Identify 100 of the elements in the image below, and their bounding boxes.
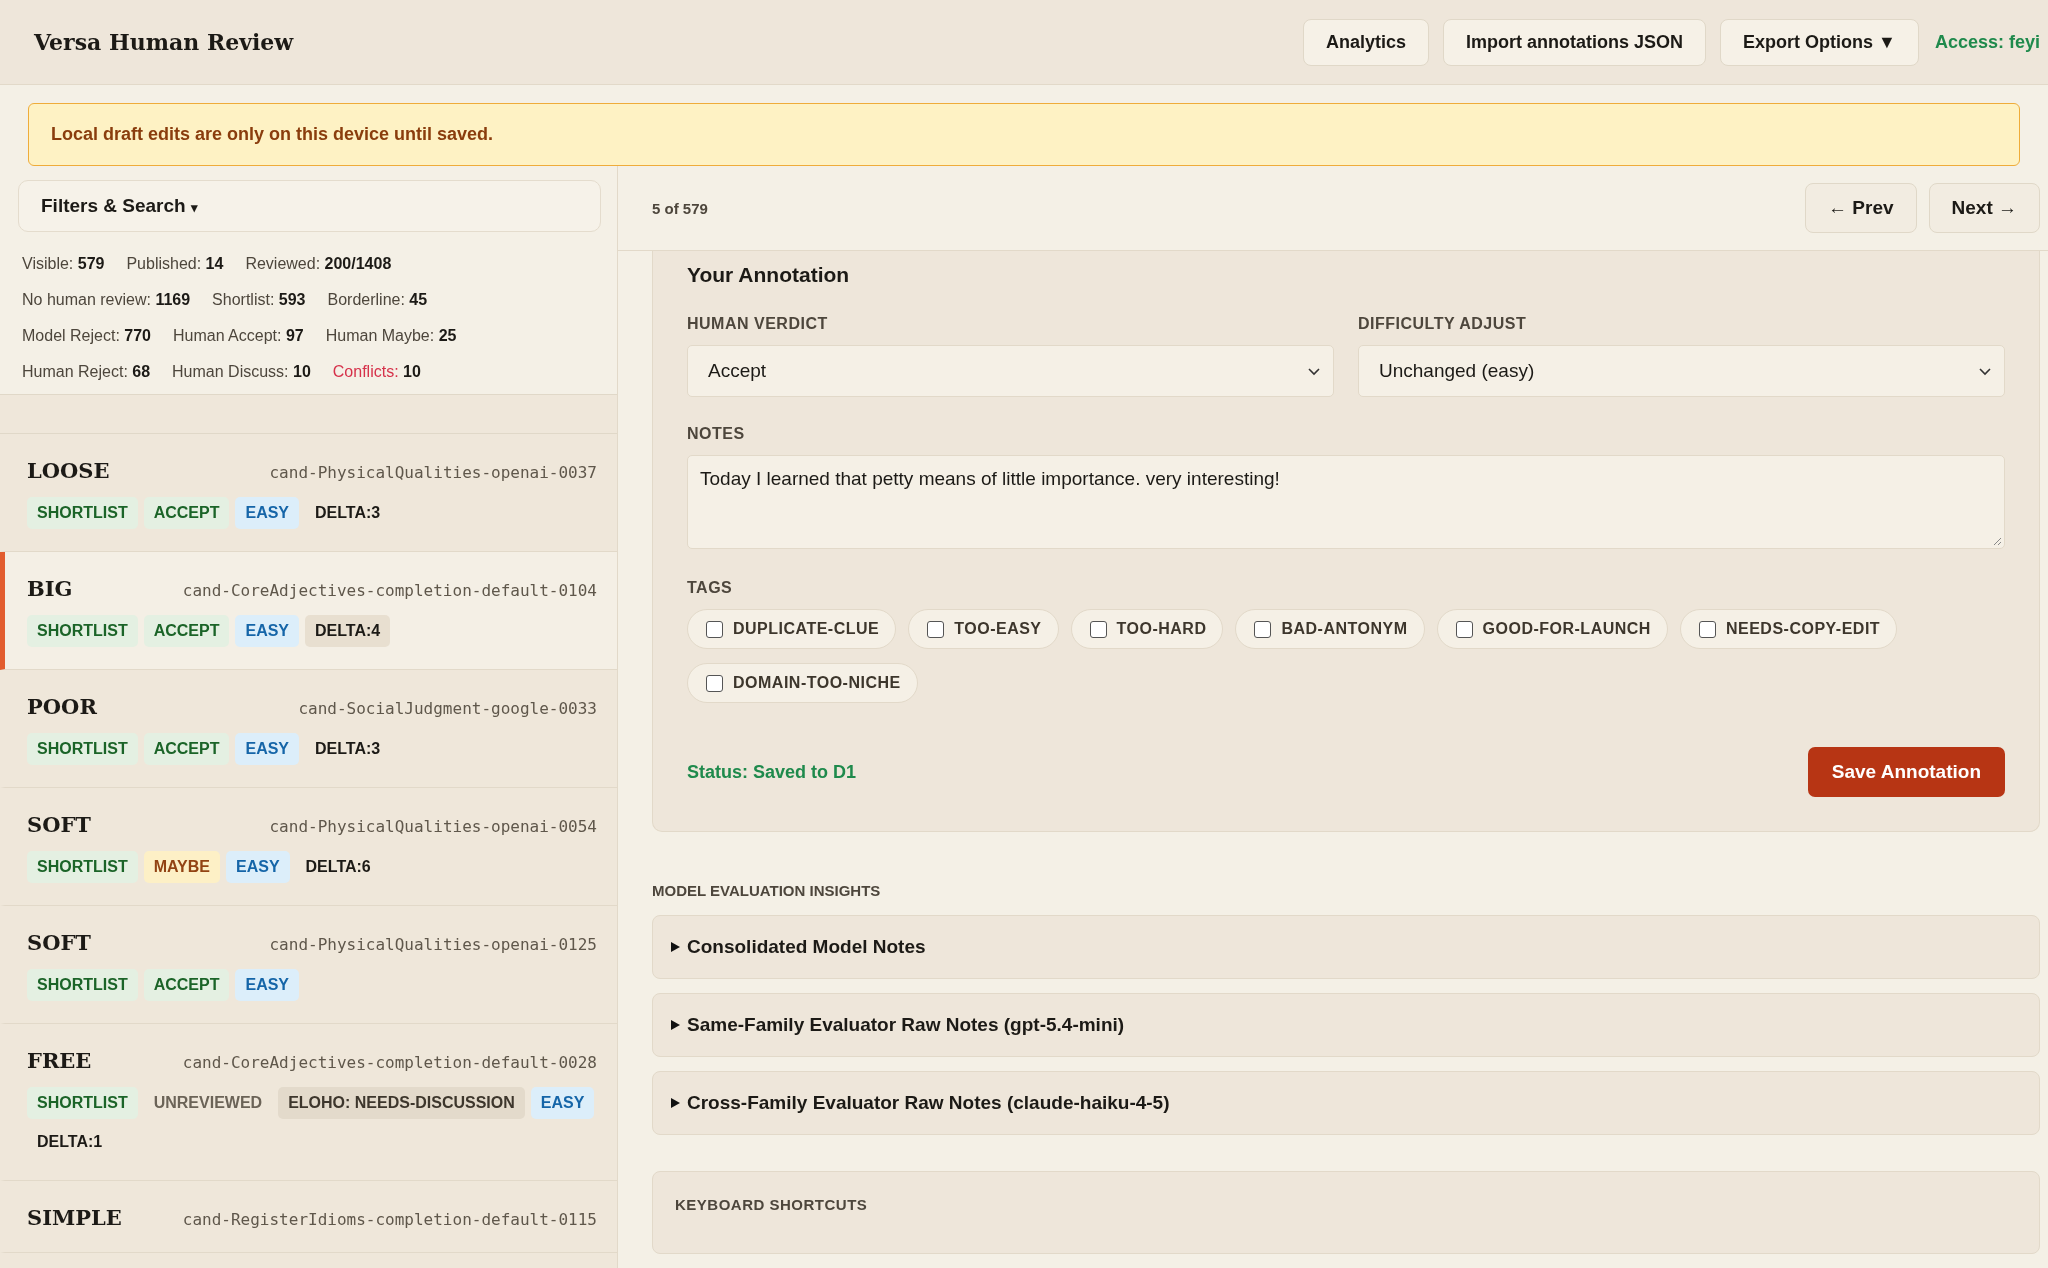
candidate-word: FREE [27, 1048, 92, 1073]
status-tag: SHORTLIST [27, 1087, 138, 1119]
candidate-item[interactable]: LOOSE cand-PhysicalQualities-openai-0037 SHORTLIST ACCEPT EASY DELTA:3 [0, 434, 617, 552]
access-label: Access: feyi [1934, 31, 2040, 53]
status-tag: ELOHO: NEEDS-DISCUSSION [278, 1087, 525, 1119]
header-button[interactable]: Analytics [1303, 18, 1430, 66]
checkbox[interactable] [1089, 620, 1107, 638]
stat-text: Published: 14 [126, 255, 224, 273]
status-tag: DELTA:3 [305, 733, 391, 765]
field-label: TAGS [687, 579, 734, 597]
field-label: DIFFICULTY ADJUST [1358, 315, 1528, 333]
difficulty-select[interactable]: Unchanged (easy) [1358, 345, 2005, 397]
save-button[interactable]: Save Annotation [1807, 747, 2005, 797]
chevron-icon [1978, 366, 1992, 376]
candidate-word: BIG [27, 576, 73, 601]
candidate-id: cand-PhysicalQualities-openai-0125 [269, 935, 597, 954]
stat-text: Visible: 579 [22, 255, 105, 273]
stat-text: Human Maybe: 25 [325, 327, 457, 345]
candidate-word: SOFT [27, 930, 91, 955]
section-heading: KEYBOARD SHORTCUTS [675, 1196, 869, 1213]
status-tag: ACCEPT [143, 497, 230, 529]
status-tag: ACCEPT [143, 969, 230, 1001]
field-label: NOTES [687, 425, 746, 443]
checkbox[interactable] [1698, 620, 1716, 638]
candidate-item[interactable]: POOR cand-SocialJudgment-google-0033 SHORTLIST ACCEPT EASY DELTA:3 [0, 670, 617, 788]
candidate-item[interactable]: SOFT cand-PhysicalQualities-openai-0054 SHORTLIST MAYBE EASY DELTA:6 [0, 788, 617, 906]
stat-text: Shortlist: 593 [212, 291, 306, 309]
header-button[interactable]: Export Options ▼ [1720, 18, 1919, 66]
status-tag: DELTA:6 [295, 851, 381, 883]
accordion-header[interactable]: Consolidated Model Notes [652, 915, 2040, 979]
accordion-header[interactable]: Same-Family Evaluator Raw Notes (gpt-5.4-mini) [652, 993, 2040, 1057]
app-title: Versa Human Review [34, 29, 294, 55]
resize-grip-icon [1992, 536, 2002, 546]
status-tag: DELTA:3 [305, 497, 391, 529]
triangle-icon [669, 941, 681, 953]
candidate-item[interactable]: FREE cand-CoreAdjectives-completion-default-0028 SHORTLIST UNREVIEWED ELOHO: NEEDS-DISCUSSION EASY DELTA:1 [0, 1024, 617, 1181]
section-heading: MODEL EVALUATION INSIGHTS [652, 882, 882, 899]
stat-text: Human Reject: 68 [22, 363, 151, 381]
checkbox[interactable] [706, 620, 723, 638]
status-tag: EASY [226, 851, 290, 883]
verdict-select[interactable]: Accept [687, 345, 1334, 397]
status-tag: EASY [235, 733, 300, 765]
tag-chip[interactable]: DUPLICATE-CLUE [687, 609, 897, 649]
checkbox[interactable] [927, 620, 945, 638]
prev-button[interactable]: ← Prev [1805, 183, 1917, 233]
stat-text: Human Accept: 97 [172, 327, 304, 345]
section-title: Your Annotation [687, 263, 851, 287]
candidate-id: cand-PhysicalQualities-openai-0054 [269, 817, 597, 836]
status-tag: SHORTLIST [27, 733, 138, 765]
next-button[interactable]: Next → [1928, 183, 2040, 233]
chevron-icon [1307, 366, 1321, 376]
checkbox[interactable] [1455, 620, 1473, 638]
status-tag: ACCEPT [143, 733, 230, 765]
candidate-id: cand-SocialJudgment-google-0033 [298, 699, 597, 718]
header-button[interactable]: Import annotations JSON [1443, 18, 1707, 66]
candidate-id: cand-CoreAdjectives-completion-default-0028 [182, 1053, 597, 1072]
candidate-word: SOFT [27, 812, 91, 837]
status-text: Status: Saved to D1 [687, 761, 857, 783]
candidate-item[interactable]: SOFT cand-PhysicalQualities-openai-0125 SHORTLIST ACCEPT EASY [0, 906, 617, 1024]
tag-chip[interactable]: NEEDS-COPY-EDIT [1679, 609, 1898, 649]
status-tag: EASY [235, 615, 300, 647]
tag-chip[interactable]: BAD-ANTONYM [1235, 609, 1425, 649]
notes-field[interactable]: Today I learned that petty means of little importance. very interesting! [687, 455, 2005, 549]
checkbox[interactable] [706, 674, 723, 692]
draft-banner: Local draft edits are only on this device until saved. [28, 103, 2020, 166]
status-tag: ACCEPT [143, 615, 230, 647]
stat-text: Model Reject: 770 [22, 327, 151, 345]
field-label: HUMAN VERDICT [687, 315, 829, 333]
status-tag: DELTA:1 [27, 1126, 113, 1158]
status-tag: SHORTLIST [27, 851, 138, 883]
triangle-icon [669, 1097, 681, 1109]
status-tag: MAYBE [143, 851, 220, 883]
checkbox[interactable] [1254, 620, 1272, 638]
status-tag: SHORTLIST [27, 497, 138, 529]
triangle-icon [669, 1019, 681, 1031]
stat-text: Conflicts: 10 [332, 363, 421, 381]
candidate-item[interactable]: SIMPLE cand-RegisterIdioms-completion-default-0115 [0, 1181, 617, 1253]
tag-chip[interactable]: GOOD-FOR-LAUNCH [1436, 609, 1668, 649]
status-tag: UNREVIEWED [143, 1087, 273, 1119]
candidate-id: cand-PhysicalQualities-openai-0037 [269, 463, 597, 482]
filters-toggle[interactable]: Filters & Search ▾ [18, 180, 601, 232]
candidate-word: LOOSE [27, 458, 110, 483]
candidate-item[interactable]: BIG cand-CoreAdjectives-completion-default-0104 SHORTLIST ACCEPT EASY DELTA:4 [0, 552, 617, 670]
status-tag: SHORTLIST [27, 615, 138, 647]
status-tag: EASY [235, 969, 300, 1001]
status-tag: DELTA:4 [305, 615, 391, 647]
stat-text: Human Discuss: 10 [172, 363, 311, 381]
candidate-id: cand-CoreAdjectives-completion-default-0104 [182, 581, 597, 600]
status-tag: EASY [235, 497, 300, 529]
stat-text: No human review: 1169 [22, 291, 191, 309]
status-tag: SHORTLIST [27, 969, 138, 1001]
accordion-header[interactable]: Cross-Family Evaluator Raw Notes (claude-haiku-4-5) [652, 1071, 2040, 1135]
candidate-id: cand-RegisterIdioms-completion-default-0115 [182, 1210, 597, 1229]
candidate-word: SIMPLE [27, 1205, 122, 1230]
status-tag: EASY [530, 1087, 595, 1119]
tag-chip[interactable]: TOO-EASY [908, 609, 1059, 649]
stat-text: Reviewed: 200/1408 [245, 255, 392, 273]
tag-chip[interactable]: TOO-HARD [1070, 609, 1224, 649]
position-text: 5 of 579 [652, 199, 708, 217]
tag-chip[interactable]: DOMAIN-TOO-NICHE [687, 663, 918, 703]
